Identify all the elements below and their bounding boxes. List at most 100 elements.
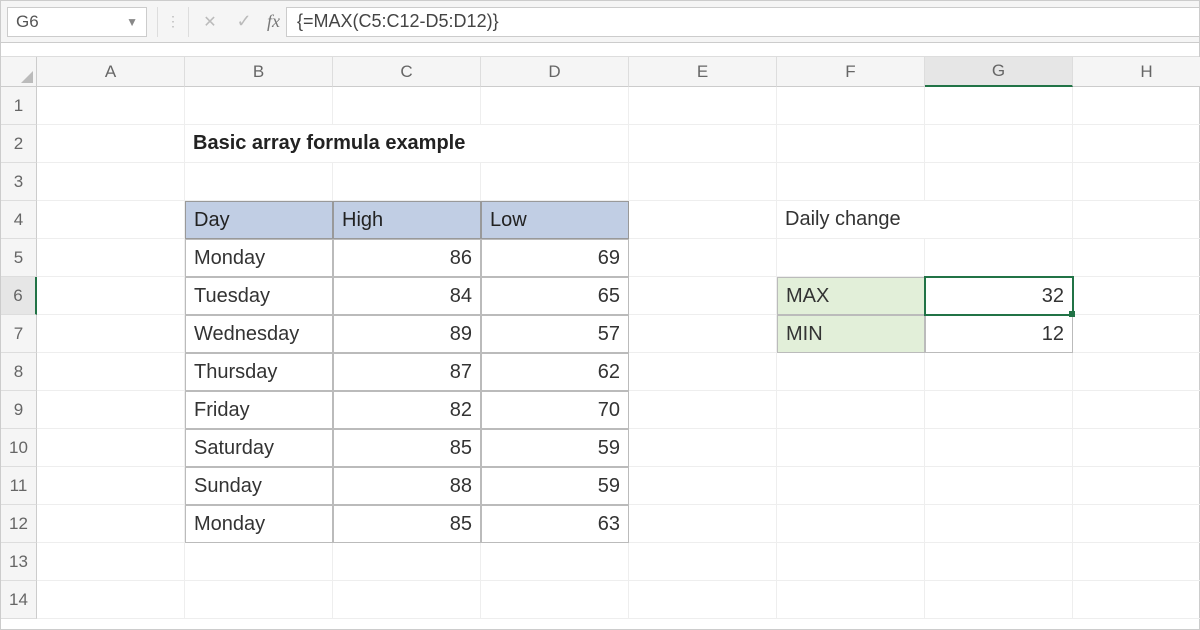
cell-F14[interactable]	[777, 581, 925, 619]
cell-A10[interactable]	[37, 429, 185, 467]
cell-A12[interactable]	[37, 505, 185, 543]
cell-H12[interactable]	[1073, 505, 1200, 543]
table-row[interactable]: 62	[481, 353, 629, 391]
cell-G8[interactable]	[925, 353, 1073, 391]
cell-A9[interactable]	[37, 391, 185, 429]
cell-A7[interactable]	[37, 315, 185, 353]
table-row[interactable]: Sunday	[185, 467, 333, 505]
cell-H6[interactable]	[1073, 277, 1200, 315]
cell-D3[interactable]	[481, 163, 629, 201]
cell-F9[interactable]	[777, 391, 925, 429]
cell-B3[interactable]	[185, 163, 333, 201]
table-row[interactable]: 85	[333, 505, 481, 543]
cell-H13[interactable]	[1073, 543, 1200, 581]
table-row[interactable]: 86	[333, 239, 481, 277]
col-header-G[interactable]: G	[925, 57, 1073, 87]
cell-E9[interactable]	[629, 391, 777, 429]
cell-H11[interactable]	[1073, 467, 1200, 505]
formula-input[interactable]: {=MAX(C5:C12-D5:D12)}	[286, 7, 1199, 37]
cell-E2[interactable]	[629, 125, 777, 163]
cell-E8[interactable]	[629, 353, 777, 391]
cell-F10[interactable]	[777, 429, 925, 467]
cell-C14[interactable]	[333, 581, 481, 619]
row-header-10[interactable]: 10	[1, 429, 37, 467]
row-header-8[interactable]: 8	[1, 353, 37, 391]
cell-H9[interactable]	[1073, 391, 1200, 429]
cell-D14[interactable]	[481, 581, 629, 619]
cell-G14[interactable]	[925, 581, 1073, 619]
row-header-7[interactable]: 7	[1, 315, 37, 353]
cell-F13[interactable]	[777, 543, 925, 581]
cell-E10[interactable]	[629, 429, 777, 467]
row-header-6[interactable]: 6	[1, 277, 37, 315]
row-header-2[interactable]: 2	[1, 125, 37, 163]
cell-F11[interactable]	[777, 467, 925, 505]
row-header-9[interactable]: 9	[1, 391, 37, 429]
cell-A2[interactable]	[37, 125, 185, 163]
cell-F3[interactable]	[777, 163, 925, 201]
cell-G2[interactable]	[925, 125, 1073, 163]
cell-E14[interactable]	[629, 581, 777, 619]
chevron-down-icon[interactable]: ▼	[126, 15, 138, 29]
cell-G3[interactable]	[925, 163, 1073, 201]
cell-C3[interactable]	[333, 163, 481, 201]
cell-A3[interactable]	[37, 163, 185, 201]
table-row[interactable]: Wednesday	[185, 315, 333, 353]
cell-E3[interactable]	[629, 163, 777, 201]
table-row[interactable]: 63	[481, 505, 629, 543]
cell-E12[interactable]	[629, 505, 777, 543]
row-header-4[interactable]: 4	[1, 201, 37, 239]
table-header-high[interactable]: High	[333, 201, 481, 239]
cell-H14[interactable]	[1073, 581, 1200, 619]
cell-D1[interactable]	[481, 87, 629, 125]
cell-E6[interactable]	[629, 277, 777, 315]
table-row[interactable]: 89	[333, 315, 481, 353]
row-header-3[interactable]: 3	[1, 163, 37, 201]
cell-B13[interactable]	[185, 543, 333, 581]
col-header-C[interactable]: C	[333, 57, 481, 87]
cell-B14[interactable]	[185, 581, 333, 619]
cancel-icon[interactable]: ✕	[193, 12, 227, 32]
cell-C13[interactable]	[333, 543, 481, 581]
row-header-14[interactable]: 14	[1, 581, 37, 619]
summary-label-min[interactable]: MIN	[777, 315, 925, 353]
table-row[interactable]: Monday	[185, 239, 333, 277]
cell-E11[interactable]	[629, 467, 777, 505]
table-row[interactable]: 69	[481, 239, 629, 277]
col-header-F[interactable]: F	[777, 57, 925, 87]
cell-H5[interactable]	[1073, 239, 1200, 277]
row-header-5[interactable]: 5	[1, 239, 37, 277]
table-row[interactable]: 59	[481, 429, 629, 467]
cell-G7[interactable]: 12	[925, 315, 1073, 353]
cell-D13[interactable]	[481, 543, 629, 581]
table-row[interactable]: 88	[333, 467, 481, 505]
spreadsheet-grid[interactable]: A B C D E F G H 1 2 Basic array formula …	[1, 57, 1199, 619]
table-row[interactable]: 57	[481, 315, 629, 353]
cell-A6[interactable]	[37, 277, 185, 315]
table-row[interactable]: 85	[333, 429, 481, 467]
table-row[interactable]: 84	[333, 277, 481, 315]
cell-E1[interactable]	[629, 87, 777, 125]
cell-F8[interactable]	[777, 353, 925, 391]
col-header-D[interactable]: D	[481, 57, 629, 87]
table-row[interactable]: Saturday	[185, 429, 333, 467]
cell-E13[interactable]	[629, 543, 777, 581]
cell-F1[interactable]	[777, 87, 925, 125]
cell-G11[interactable]	[925, 467, 1073, 505]
table-row[interactable]: 87	[333, 353, 481, 391]
name-box[interactable]: G6 ▼	[7, 7, 147, 37]
cell-G5[interactable]	[925, 239, 1073, 277]
col-header-B[interactable]: B	[185, 57, 333, 87]
cell-A11[interactable]	[37, 467, 185, 505]
table-row[interactable]: 65	[481, 277, 629, 315]
col-header-A[interactable]: A	[37, 57, 185, 87]
cell-C1[interactable]	[333, 87, 481, 125]
cell-E7[interactable]	[629, 315, 777, 353]
row-header-11[interactable]: 11	[1, 467, 37, 505]
table-row[interactable]: Monday	[185, 505, 333, 543]
cell-F4[interactable]: Daily change	[777, 201, 1073, 239]
table-row[interactable]: 59	[481, 467, 629, 505]
cell-G13[interactable]	[925, 543, 1073, 581]
cell-H10[interactable]	[1073, 429, 1200, 467]
cell-G9[interactable]	[925, 391, 1073, 429]
